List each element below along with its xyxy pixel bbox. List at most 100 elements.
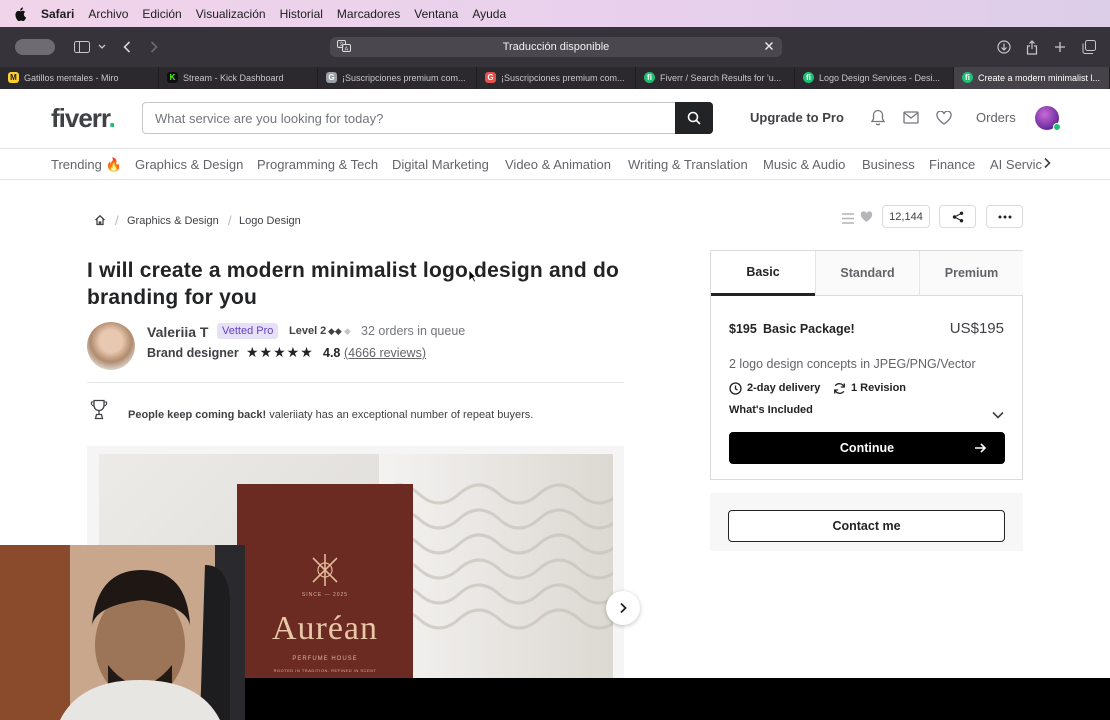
search-icon <box>687 111 701 125</box>
whats-included-toggle[interactable]: What's Included <box>729 404 813 416</box>
menu-edicion[interactable]: Edición <box>142 7 181 21</box>
menu-archivo[interactable]: Archivo <box>88 7 128 21</box>
menu-ventana[interactable]: Ventana <box>414 7 458 21</box>
apple-icon[interactable] <box>14 6 28 21</box>
share-button[interactable] <box>939 205 976 228</box>
bell-icon[interactable] <box>870 109 886 131</box>
download-icon[interactable] <box>996 27 1012 67</box>
seller-name[interactable]: Valeriia T <box>147 324 208 340</box>
breadcrumb-graphics-design[interactable]: Graphics & Design <box>127 215 219 227</box>
kick-icon: K <box>167 72 178 83</box>
share-icon[interactable] <box>1024 27 1040 67</box>
category-programming-tech[interactable]: Programming & Tech <box>257 157 378 172</box>
miro-icon: M <box>8 72 19 83</box>
gallery-next-button[interactable] <box>606 591 640 625</box>
tab-overview-icon[interactable] <box>1080 27 1098 67</box>
more-options-button[interactable] <box>986 205 1023 228</box>
category-finance[interactable]: Finance <box>929 157 975 172</box>
menu-marcadores[interactable]: Marcadores <box>337 7 400 21</box>
tab-premium[interactable]: Premium <box>919 251 1023 296</box>
heart-icon[interactable] <box>936 110 952 130</box>
svg-text:文: 文 <box>339 41 344 48</box>
brand-name: Auréan <box>271 610 379 647</box>
search-bar[interactable]: What service are you looking for today? <box>142 102 713 134</box>
fiverr-icon: fi <box>962 72 973 83</box>
repeat-buyers-bold: People keep coming back! <box>128 409 267 421</box>
address-text: Traducción disponible <box>502 41 610 53</box>
chevron-down-icon[interactable] <box>992 406 1004 424</box>
new-tab-icon[interactable] <box>1052 27 1068 67</box>
trophy-icon <box>90 399 108 426</box>
logo-dot: . <box>108 103 116 133</box>
collections-icon[interactable] <box>842 211 854 229</box>
translate-icon[interactable]: 文A <box>337 40 351 56</box>
browser-tab[interactable]: fi Logo Design Services - Desi... <box>795 67 954 89</box>
site-icon: G <box>326 72 337 83</box>
category-trending[interactable]: Trending 🔥 <box>51 157 122 173</box>
fiverr-logo[interactable]: fiverr. <box>51 103 116 134</box>
more-dots-icon <box>998 215 1011 218</box>
tab-basic[interactable]: Basic <box>711 251 815 296</box>
perfume-box: SINCE — 2025 Auréan PERFUME HOUSE ROOTED… <box>237 484 413 678</box>
tab-label: ¡Suscripciones premium com... <box>342 73 466 83</box>
menu-app-safari[interactable]: Safari <box>41 7 74 21</box>
address-bar[interactable]: 文A Traducción disponible <box>330 37 782 57</box>
browser-tab[interactable]: G ¡Suscripciones premium com... <box>318 67 477 89</box>
logo-text: fiverr <box>51 103 110 133</box>
browser-tab[interactable]: K Stream - Kick Dashboard <box>159 67 318 89</box>
category-writing-translation[interactable]: Writing & Translation <box>628 157 748 172</box>
close-icon[interactable] <box>762 39 776 56</box>
avatar[interactable] <box>1035 106 1061 131</box>
category-digital-marketing[interactable]: Digital Marketing <box>392 157 489 172</box>
mouse-cursor-icon <box>468 269 477 283</box>
back-icon[interactable] <box>119 27 135 67</box>
seller-avatar[interactable] <box>87 322 135 370</box>
continue-button[interactable]: Continue <box>729 432 1005 464</box>
seller-level: Level 2 <box>289 325 327 337</box>
reviews-link[interactable]: (4666 reviews) <box>344 346 426 360</box>
tab-label: Fiverr / Search Results for 'u... <box>660 73 782 83</box>
category-business[interactable]: Business <box>862 157 915 172</box>
revision-icon <box>833 382 846 400</box>
share-nodes-icon <box>952 211 963 222</box>
menu-historial[interactable]: Historial <box>280 7 323 21</box>
menu-visualizacion[interactable]: Visualización <box>196 7 266 21</box>
chevron-down-icon[interactable] <box>96 27 108 67</box>
fiverr-icon: fi <box>644 72 655 83</box>
wave-pattern <box>379 454 613 678</box>
home-icon[interactable] <box>94 214 106 229</box>
forward-icon[interactable] <box>146 27 162 67</box>
mail-icon[interactable] <box>903 111 919 129</box>
tab-standard[interactable]: Standard <box>815 251 919 296</box>
seller-role: Brand designer <box>147 346 239 360</box>
tab-bar: M Gatillos mentales - Miro K Stream - Ki… <box>0 67 1110 89</box>
upgrade-to-pro-link[interactable]: Upgrade to Pro <box>750 110 844 125</box>
category-graphics-design[interactable]: Graphics & Design <box>135 157 243 172</box>
contact-me-button[interactable]: Contact me <box>728 510 1005 542</box>
category-ai-services[interactable]: AI Servic <box>990 157 1042 172</box>
menu-ayuda[interactable]: Ayuda <box>472 7 506 21</box>
save-count-badge[interactable]: 12,144 <box>882 205 930 228</box>
browser-tab[interactable]: M Gatillos mentales - Miro <box>0 67 159 89</box>
chevron-right-icon[interactable] <box>1043 157 1051 172</box>
search-button[interactable] <box>675 102 713 134</box>
browser-tab-active[interactable]: fi Create a modern minimalist l... <box>954 67 1110 89</box>
fiverr-icon: fi <box>803 72 814 83</box>
category-music-audio[interactable]: Music & Audio <box>763 157 845 172</box>
browser-tab[interactable]: fi Fiverr / Search Results for 'u... <box>636 67 795 89</box>
breadcrumb-logo-design[interactable]: Logo Design <box>239 215 301 227</box>
divider <box>87 382 624 383</box>
category-video-animation[interactable]: Video & Animation <box>505 157 611 172</box>
browser-tab[interactable]: G ¡Suscripciones premium com... <box>477 67 636 89</box>
tab-group-pill[interactable] <box>15 39 55 55</box>
orders-link[interactable]: Orders <box>976 110 1016 125</box>
package-name: Basic Package! <box>763 322 855 336</box>
save-heart-icon[interactable] <box>860 210 873 228</box>
package-panel: Basic Standard Premium $195 Basic Packag… <box>710 250 1023 480</box>
contact-section: Contact me <box>710 493 1023 551</box>
tab-label: Gatillos mentales - Miro <box>24 73 119 83</box>
repeat-buyers-text: valeriiaty has an exceptional number of … <box>266 409 534 421</box>
search-input[interactable]: What service are you looking for today? <box>155 111 383 126</box>
sidebar-toggle-icon[interactable] <box>72 27 92 67</box>
webcam-overlay <box>0 545 245 720</box>
